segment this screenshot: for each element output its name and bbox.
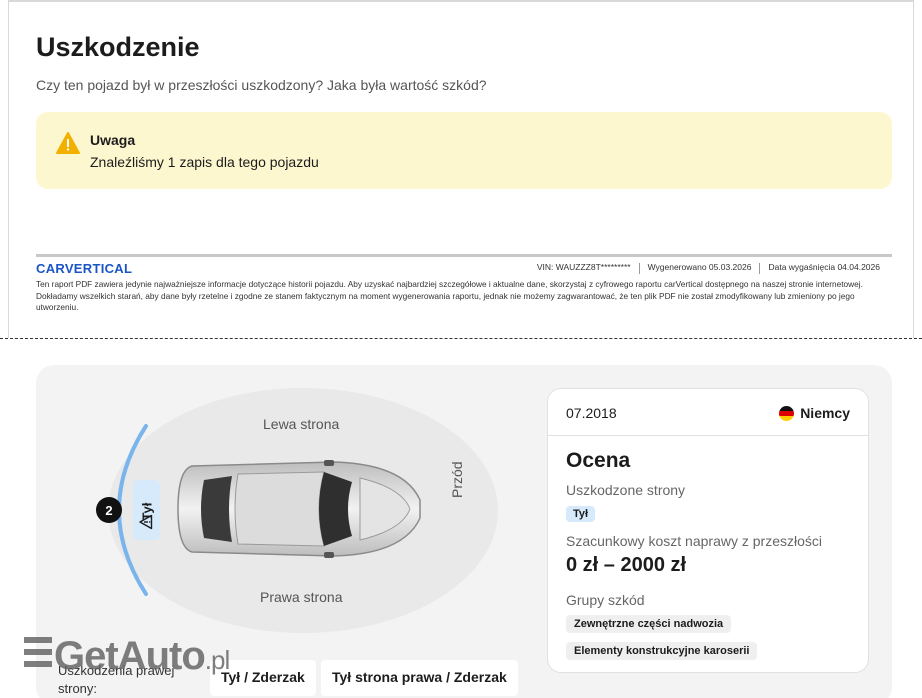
section-subtitle: Czy ten pojazd był w przeszłości uszkodz… bbox=[36, 77, 487, 93]
damage-groups-label: Grupy szkód bbox=[566, 592, 645, 608]
vin-text: VIN: WAUZZZ8T********* bbox=[536, 262, 631, 272]
left-side-label: Lewa strona bbox=[263, 416, 340, 432]
damage-record-card: 07.2018 Niemcy Ocena Uszkodzone strony T… bbox=[547, 388, 869, 673]
right-side-label: Prawa strona bbox=[260, 589, 343, 605]
section-title: Uszkodzenie bbox=[36, 32, 200, 62]
footer-divider bbox=[36, 254, 892, 257]
damaged-part-pill: Tył strona prawa / Zderzak bbox=[321, 660, 518, 696]
watermark-tld: .pl bbox=[204, 645, 230, 675]
getauto-watermark: GetAuto .pl bbox=[24, 634, 230, 679]
record-date: 07.2018 bbox=[566, 405, 617, 421]
damaged-side-chip: Tył bbox=[566, 506, 596, 522]
disclaimer-text: Ten raport PDF zawiera jedynie najważnie… bbox=[36, 279, 863, 312]
warning-triangle-icon bbox=[139, 514, 153, 530]
damaged-sides-label: Uszkodzone strony bbox=[566, 482, 686, 498]
warning-box: Uwaga Znaleźliśmy 1 zapis dla tego pojaz… bbox=[36, 112, 892, 189]
report-meta: VIN: WAUZZZ8T********* Wygenerowano 05.0… bbox=[529, 262, 888, 274]
car-top-view-icon bbox=[177, 460, 421, 558]
record-header: 07.2018 Niemcy bbox=[548, 389, 868, 436]
damage-group-chip: Zewnętrzne części nadwozia bbox=[566, 615, 732, 633]
carvertical-logo: CARVERTICAL bbox=[36, 261, 133, 276]
page-break-line bbox=[0, 338, 922, 339]
repair-cost-value: 0 zł – 2000 zł bbox=[566, 554, 687, 576]
warning-text: Znaleźliśmy 1 zapis dla tego pojazdu bbox=[90, 154, 319, 170]
report-page: Uszkodzenie Czy ten pojazd był w przeszł… bbox=[8, 0, 914, 338]
germany-flag-icon bbox=[779, 405, 795, 421]
repair-cost-label: Szacunkowy koszt naprawy z przeszłości bbox=[566, 533, 822, 549]
country-name: Niemcy bbox=[800, 405, 850, 421]
expiry-date: Data wygaśnięcia 04.04.2026 bbox=[768, 262, 880, 272]
record-country: Niemcy bbox=[779, 405, 850, 421]
generated-date: Wygenerowano 05.03.2026 bbox=[647, 262, 752, 272]
watermark-bars-icon bbox=[24, 637, 52, 667]
watermark-brand: GetAuto bbox=[54, 634, 206, 678]
rear-damage-tag[interactable]: Tył bbox=[133, 480, 160, 540]
warning-triangle-icon bbox=[56, 132, 80, 154]
damage-count-badge: 2 bbox=[96, 497, 122, 523]
damage-group-chip: Elementy konstrukcyjne karoserii bbox=[566, 642, 758, 660]
warning-title: Uwaga bbox=[90, 132, 136, 148]
assessment-heading: Ocena bbox=[566, 449, 631, 472]
front-label: Przód bbox=[449, 461, 465, 498]
